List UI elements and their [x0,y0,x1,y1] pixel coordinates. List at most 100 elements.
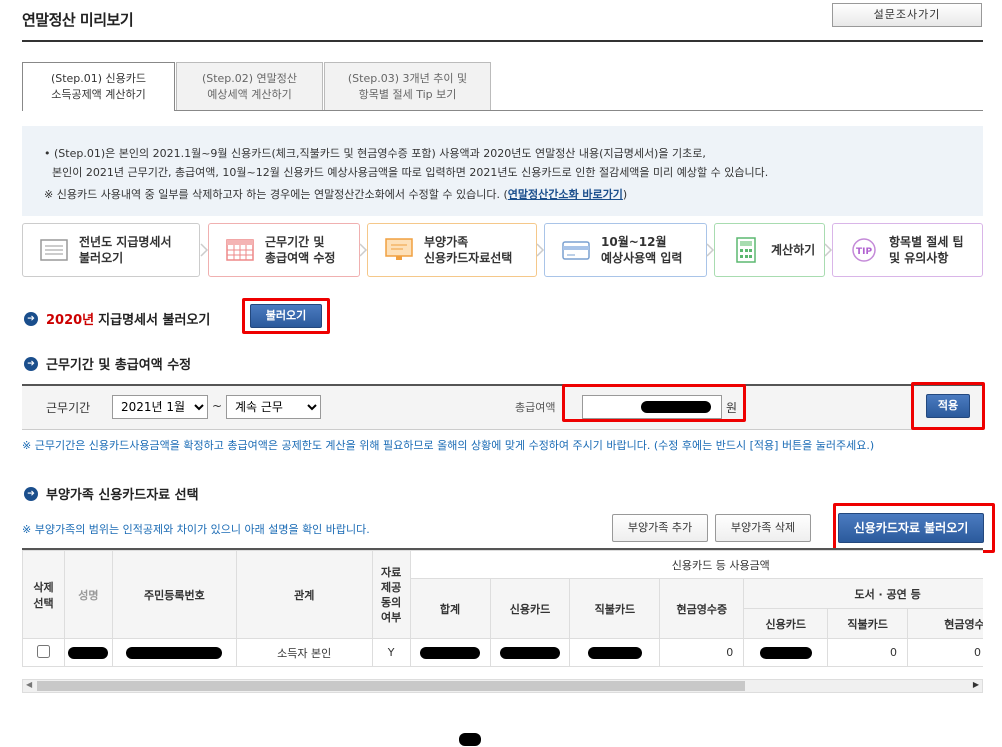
add-dependent-button[interactable]: 부양가족 추가 [612,514,708,542]
apply-button[interactable]: 적용 [926,394,970,418]
step-6-line2: 및 유의사항 [889,251,949,265]
header-name: 성명 [63,550,113,639]
step-4-line1: 10월~12월 [601,235,667,249]
svg-text:TIP: TIP [856,247,872,257]
tab-step-02-line2: 예상세액 계산하기 [207,88,292,101]
header-consent: 자료 제공 동의 여부 [371,550,411,639]
tab-underline [175,110,983,111]
period-label: 근무기간 [46,401,91,415]
row-checkbox-cell [22,638,65,667]
currency-unit: 원 [726,401,738,415]
header-usage-group: 신용카드 등 사용금액 [409,550,983,579]
step-4-line2: 예상사용액 입력 [601,251,683,265]
survey-button[interactable]: 설문조사가기 [832,3,982,27]
dependents-note: ※ 부양가족의 범위는 인적공제와 차이가 있으니 아래 설명을 확인 바랍니다… [22,523,370,536]
arrow-bullet-icon: ➔ [24,311,38,326]
row-id [111,638,237,667]
period-start-select[interactable]: 2021년 1월 [112,395,208,419]
document-icon [40,239,68,261]
redacted-value [126,647,223,659]
scroll-right-icon[interactable]: ▶ [973,680,979,689]
notice-box: • (Step.01)은 본인의 2021.1월~9월 신용카드(체크,직불카드… [22,126,983,216]
header-relation: 관계 [235,550,373,639]
salary-label: 총급여액 [515,401,556,414]
horizontal-scrollbar[interactable]: ◀ ▶ [22,679,983,693]
row-name [63,638,113,667]
arrow-bullet-icon: ➔ [24,486,38,501]
tab-step-03-line2: 항목별 절세 Tip 보기 [358,88,457,101]
step-load-statement[interactable]: 전년도 지급명세서불러오기 [22,223,200,277]
header-cash: 현금영수증 [659,578,745,639]
step-3-line2: 신용카드자료선택 [424,251,513,265]
header-delete-select: 삭제 선택 [22,550,65,639]
period-separator: ~ [212,399,223,413]
tab-step-03-line1: (Step.03) 3개년 추이 및 [347,72,468,85]
step-6-line1: 항목별 절세 팁 [889,235,964,249]
delete-dependent-button[interactable]: 부양가족 삭제 [715,514,811,542]
step-5-line1: 계산하기 [771,243,816,257]
card-icon [562,241,590,260]
header-culture-debit: 직불카드 [827,608,909,639]
redacted-mark [459,733,481,746]
row-culture-cash: 0 [907,638,983,667]
row-cash: 0 [659,638,745,667]
tab-step-01-line1: (Step.01) 신용카드 [50,72,147,85]
load-statement-button[interactable]: 불러오기 [250,304,322,328]
notice-line-2: 본인이 2021년 근무기간, 총급여액, 10월~12월 신용카드 예상사용금… [52,166,769,179]
dependents-table: 삭제 선택 성명 주민등록번호 관계 자료 제공 동의 여부 신용카드 등 사용… [22,550,983,667]
tab-step-01-line2: 소득공제액 계산하기 [51,88,146,101]
row-culture-debit: 0 [827,638,909,667]
dependents-table-wrap: 삭제 선택 성명 주민등록번호 관계 자료 제공 동의 여부 신용카드 등 사용… [22,548,983,679]
section-dependents-title: ➔ 부양가족 신용카드자료 선택 [24,484,199,503]
arrow-bullet-icon: ➔ [24,356,38,371]
redacted-value [641,401,711,413]
notice-line-1: • (Step.01)은 본인의 2021.1월~9월 신용카드(체크,직불카드… [44,147,706,160]
monitor-icon [385,238,413,260]
header-credit: 신용카드 [489,578,571,639]
step-expected-usage[interactable]: 10월~12월예상사용액 입력 [544,223,707,277]
redacted-value [587,647,642,659]
tip-icon: TIP [852,238,876,262]
redacted-value [68,647,109,659]
step-3-line1: 부양가족 [424,235,469,249]
step-tax-tips[interactable]: TIP 항목별 절세 팁및 유의사항 [832,223,983,277]
page-title: 연말정산 미리보기 [22,11,134,29]
section-dependents-text: 부양가족 신용카드자료 선택 [46,488,199,503]
redacted-value [499,647,560,659]
section-load-statement-text: 지급명세서 불러오기 [98,313,211,328]
period-end-select[interactable]: 계속 근무 [226,395,321,419]
row-debit [569,638,661,667]
notice-line-3-suffix: ) [622,188,628,201]
step-2-line1: 근무기간 및 [265,235,325,249]
header-culture-credit: 신용카드 [743,608,829,639]
header-id: 주민등록번호 [111,550,237,639]
row-relation: 소득자 본인 [235,638,373,667]
period-start-dropdown[interactable]: 2021년 1월 [112,395,208,419]
step-select-dependents[interactable]: 부양가족신용카드자료선택 [367,223,537,277]
step-1-line2: 불러오기 [79,251,124,265]
tab-step-03[interactable]: (Step.03) 3개년 추이 및 항목별 절세 Tip 보기 [324,62,491,110]
salary-input[interactable] [582,395,722,419]
load-card-data-button[interactable]: 신용카드자료 불러오기 [838,513,984,543]
header-total: 합계 [409,578,491,639]
row-consent: Y [371,638,411,667]
title-divider [22,40,983,42]
simplified-service-link[interactable]: 연말정산간소화 바로가기 [508,188,623,201]
notice-line-3-prefix: ※ 신용카드 사용내역 중 일부를 삭제하고자 하는 경우에는 연말정산간소화에… [44,188,508,201]
notice-line-3: ※ 신용카드 사용내역 중 일부를 삭제하고자 하는 경우에는 연말정산간소화에… [44,185,983,204]
row-credit [489,638,571,667]
tab-step-01[interactable]: (Step.01) 신용카드 소득공제액 계산하기 [22,62,175,111]
section-load-statement-title: ➔ 2020년 지급명세서 불러오기 [24,309,210,328]
section-period-text: 근무기간 및 총급여액 수정 [46,358,192,373]
period-end-dropdown[interactable]: 계속 근무 [226,395,321,419]
step-edit-period[interactable]: 근무기간 및 총급여액 수정 [208,223,360,277]
row-select-checkbox[interactable] [36,644,50,658]
scroll-left-icon[interactable]: ◀ [26,680,32,689]
header-culture: 도서 · 공연 등 [743,578,983,609]
step-1-line1: 전년도 지급명세서 [79,235,172,249]
scrollbar-thumb[interactable] [37,681,745,691]
calculator-icon [736,237,756,263]
tab-step-02[interactable]: (Step.02) 연말정산 예상세액 계산하기 [176,62,323,110]
header-debit: 직불카드 [569,578,661,639]
step-calculate[interactable]: 계산하기 [714,223,825,277]
